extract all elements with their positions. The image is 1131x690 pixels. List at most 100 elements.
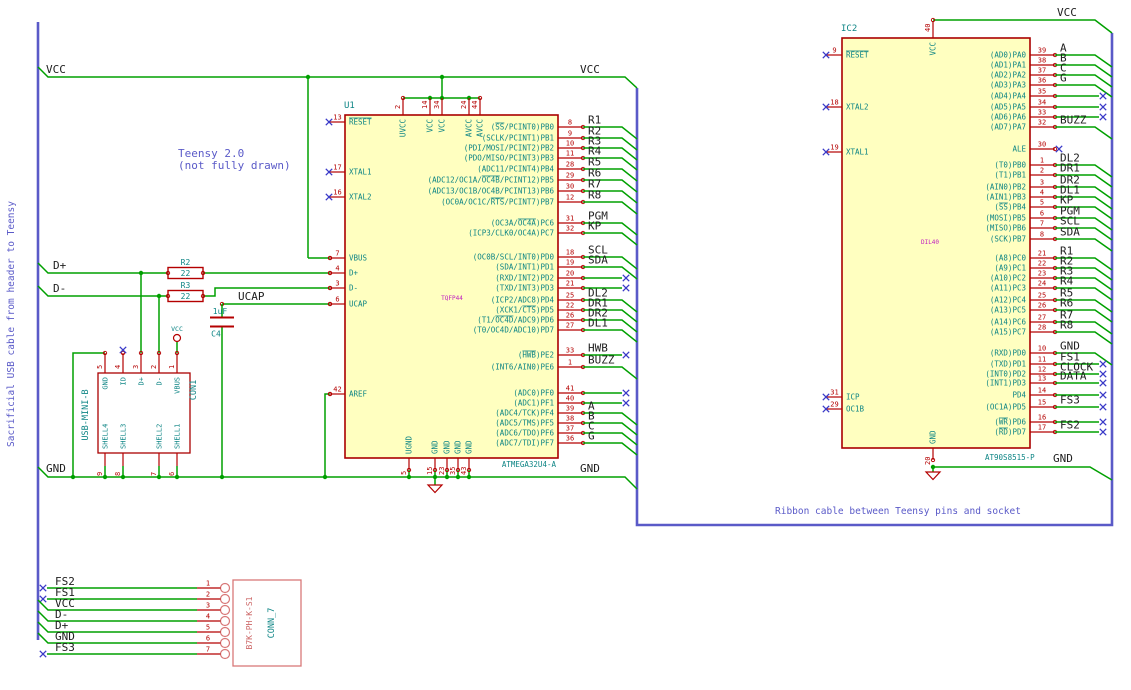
pin-name: (PDO/MISO/PCINT3)PB3 <box>464 154 554 163</box>
net-label: D+ <box>53 259 67 272</box>
component-value: 22 <box>181 269 191 278</box>
net-label: R8 <box>588 189 601 202</box>
pin-number: 43 <box>460 467 468 475</box>
pin-number: 8 <box>1040 231 1044 239</box>
pin-number: 23 <box>1038 270 1046 278</box>
pin-name: (RXD)PD0 <box>990 349 1027 358</box>
pin-number: 27 <box>566 322 574 330</box>
pin-name: (AD0)PA0 <box>990 51 1027 60</box>
net-label: FS3 <box>1060 394 1080 407</box>
pin-name: GND <box>929 430 938 444</box>
pin-number: 7 <box>1040 220 1044 228</box>
pin-number: 5 <box>400 471 408 475</box>
component-value: AT90S8515-P <box>985 453 1035 462</box>
pin-number: 41 <box>566 385 574 393</box>
pin-name: (AD7)PA7 <box>990 123 1026 132</box>
pin-name: RESET <box>349 118 372 127</box>
pin-number: 16 <box>333 189 341 197</box>
pin-name: SHELL1 <box>174 424 182 449</box>
pin-number: 27 <box>1038 314 1046 322</box>
pin-number: 35 <box>449 467 457 475</box>
net-label: GND <box>580 462 600 475</box>
pin-name: (A9)PC1 <box>994 264 1026 273</box>
wire <box>37 66 638 89</box>
pin-name: (TXD/INT3)PD3 <box>495 284 554 293</box>
pin-number: 18 <box>566 249 574 257</box>
pin-number: 31 <box>830 389 838 397</box>
pin-name: (ICP2/ADC8)PD4 <box>491 296 555 305</box>
pin-name: (ADC5/TMS)PF5 <box>495 419 554 428</box>
pin-number: 22 <box>566 302 574 310</box>
pin-name: D- <box>349 284 358 293</box>
pin-number: 7 <box>206 646 210 654</box>
pin-number: 6 <box>335 296 339 304</box>
pin-number: 26 <box>1038 302 1046 310</box>
pin-number: 26 <box>566 312 574 320</box>
pin-number: 12 <box>566 194 574 202</box>
pin-name: (MOSI)PB5 <box>985 214 1026 223</box>
pin-number: 8 <box>114 472 122 476</box>
net-label: FS2 <box>1060 419 1080 432</box>
net-label: VCC <box>580 63 600 76</box>
pin-number: 7 <box>150 472 158 476</box>
pin-number: 2 <box>394 105 402 109</box>
pin-number: 28 <box>566 161 574 169</box>
pin-number: 39 <box>1038 47 1046 55</box>
pin-name: (A8)PC0 <box>994 254 1026 263</box>
pin-number: 6 <box>1040 210 1044 218</box>
pin-name: (INT0)PD2 <box>985 370 1026 379</box>
component-value: 1uF <box>213 307 228 316</box>
pin-number: 1 <box>568 359 572 367</box>
pin-name: ICP <box>846 393 860 402</box>
pin-name: D+ <box>349 269 359 278</box>
power-port-label: VCC <box>171 325 183 333</box>
pin-number: 40 <box>566 395 574 403</box>
ground-symbol <box>426 484 444 494</box>
reference-designator: CON1 <box>189 380 199 400</box>
pin-number: 22 <box>1038 260 1046 268</box>
pin-number: 32 <box>566 225 574 233</box>
pin-name: (SS/PCINT0)PB0 <box>491 123 555 132</box>
pin-name: PD4 <box>1012 391 1026 400</box>
pin-name: SHELL4 <box>102 424 110 449</box>
pin-name: (AIN0)PB2 <box>985 183 1026 192</box>
schematic-canvas: U1 RESET 13 XTAL1 17 XTAL2 16 VBUS 7 D+ 4 D- 3 UCAP 6 A… <box>0 0 1131 690</box>
net-label: BUZZ <box>588 354 615 367</box>
net-label: BUZZ <box>1060 114 1087 127</box>
wire <box>933 466 1113 481</box>
pin-circle <box>219 637 231 649</box>
pin-number: 33 <box>1038 109 1046 117</box>
pin-name: (A15)PC7 <box>990 328 1026 337</box>
pin-number: 32 <box>1038 119 1046 127</box>
component-value: B7K-PH-K-S1 <box>245 596 254 649</box>
pin-name: (SS)PB4 <box>994 203 1026 212</box>
component-value: ATMEGA32U4-A <box>502 460 557 469</box>
pin-circle <box>219 648 231 660</box>
pin-number: 11 <box>1038 356 1046 364</box>
pin-name: XTAL2 <box>846 103 869 112</box>
net-label: VCC <box>1057 6 1077 19</box>
pin-name: ID <box>120 377 128 385</box>
pin-number: 21 <box>566 280 574 288</box>
pin-circle <box>219 593 231 605</box>
pin-name: (AD3)PA3 <box>990 81 1026 90</box>
pin-number: 30 <box>1038 141 1046 149</box>
pin-name: (A14)PC6 <box>990 318 1027 327</box>
pin-number: 34 <box>1038 99 1046 107</box>
pin-name: (ADC13/OC1B/OC4B/PCINT13)PB6 <box>428 187 555 196</box>
pin-name: (OC1A)PD5 <box>985 403 1026 412</box>
wire <box>37 466 638 490</box>
pin-name: (AD6)PA6 <box>990 113 1027 122</box>
pin-number: 18 <box>830 99 838 107</box>
pin-name: (ADC1)PF1 <box>513 399 554 408</box>
pin-name: (T0/OC4D/ADC10)PD7 <box>473 326 554 335</box>
note-ribbon-cable: Ribbon cable between Teensy pins and soc… <box>775 506 1021 517</box>
pin-name: (SCK)PB7 <box>990 235 1026 244</box>
pin-name: GND <box>102 377 110 390</box>
pin-number: 3 <box>1040 179 1044 187</box>
pin-name: (T0)PB0 <box>994 161 1026 170</box>
pin-name: (T1)PB1 <box>994 171 1026 180</box>
net-label: GND <box>1053 452 1073 465</box>
pin-number: 19 <box>566 259 574 267</box>
pin-name: (TXD)PD1 <box>990 360 1026 369</box>
